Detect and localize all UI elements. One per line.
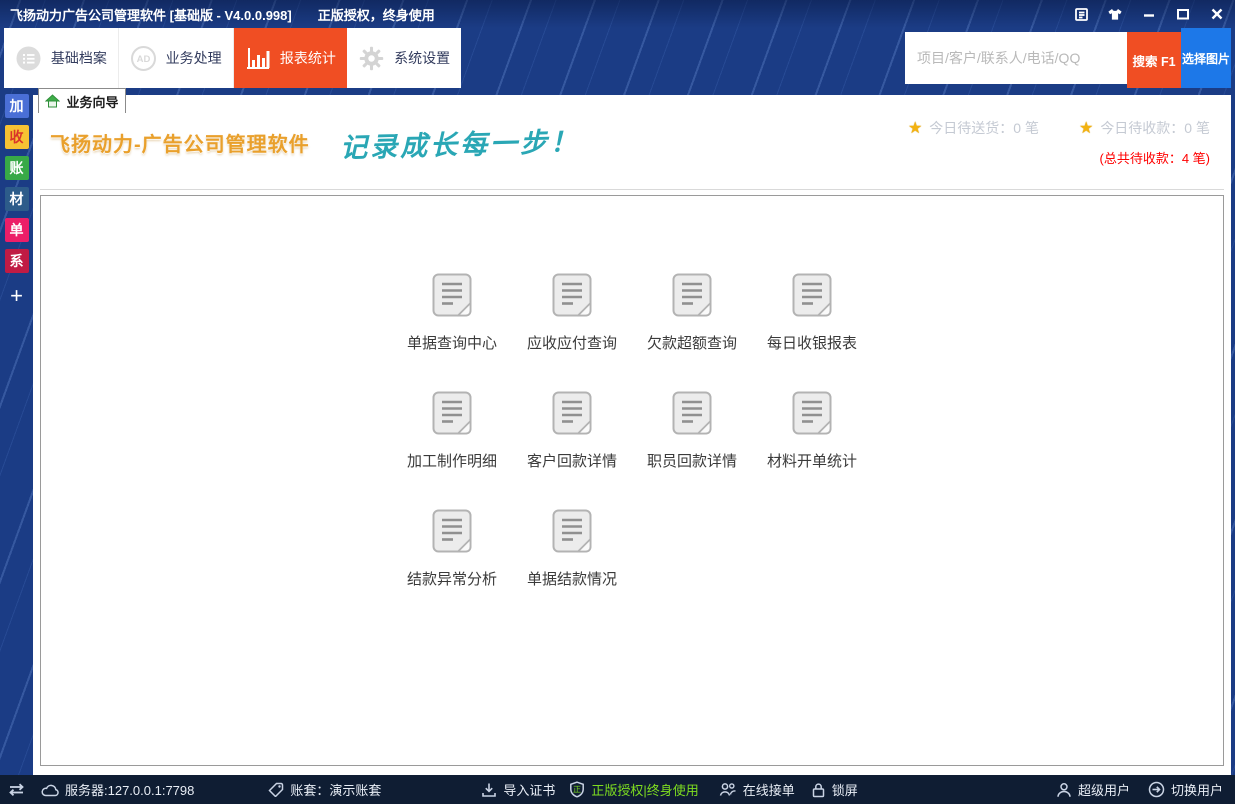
license-status[interactable]: 正 正版授权|终身使用 bbox=[569, 780, 698, 799]
account-set-status: 账套：演示账套 bbox=[268, 780, 381, 799]
search-input[interactable] bbox=[905, 32, 1127, 84]
document-icon bbox=[672, 391, 712, 440]
wizard-item-settlement-anomaly[interactable]: 结款异常分析 bbox=[392, 509, 512, 577]
top-band: 基础档案 AD 业务处理 报表统计 bbox=[0, 28, 1235, 88]
shield-icon: 正 bbox=[569, 781, 585, 798]
sidebar-item-material[interactable]: 材 bbox=[5, 187, 29, 211]
nav-tab-business[interactable]: AD 业务处理 bbox=[119, 28, 234, 88]
nav-tab-label: 业务处理 bbox=[166, 48, 222, 68]
document-icon bbox=[792, 273, 832, 322]
tab-business-wizard[interactable]: 业务向导 bbox=[38, 88, 126, 113]
cloud-icon bbox=[41, 783, 59, 797]
wizard-grid: 单据查询中心 应收应付查询 欠款超额查询 bbox=[41, 196, 1223, 577]
quick-sidebar: 加 收 账 材 单 系 + bbox=[0, 88, 33, 775]
app-window: 飞扬动力广告公司管理软件 [基础版 - V4.0.0.998] 正版授权，终身使… bbox=[0, 0, 1235, 804]
wizard-item-order-query[interactable]: 单据查询中心 bbox=[392, 273, 512, 341]
sidebar-item-add[interactable]: 加 bbox=[5, 94, 29, 118]
main-nav: 基础档案 AD 业务处理 报表统计 bbox=[4, 28, 461, 88]
document-icon bbox=[432, 509, 472, 558]
total-receivable-alert: (总共待收款：4 笔) bbox=[908, 148, 1210, 167]
online-orders-button[interactable]: 在线接单 bbox=[719, 780, 795, 799]
wizard-panel: 单据查询中心 应收应付查询 欠款超额查询 bbox=[40, 195, 1224, 766]
list-circle-icon bbox=[15, 45, 42, 72]
home-icon bbox=[45, 94, 60, 108]
skin-theme-icon[interactable] bbox=[1107, 6, 1123, 22]
svg-text:AD: AD bbox=[136, 54, 150, 65]
wizard-item-customer-payment-detail[interactable]: 客户回款详情 bbox=[512, 391, 632, 459]
main-area: 加 收 账 材 单 系 + 业务向导 飞扬动力-广告公司管理软件 记录成长每一步… bbox=[0, 88, 1235, 775]
content-panel: 业务向导 飞扬动力-广告公司管理软件 记录成长每一步！ ★ 今日待送货：0 笔 … bbox=[33, 95, 1231, 775]
search-button[interactable]: 搜索 F1 bbox=[1127, 32, 1181, 88]
nav-tab-basic-files[interactable]: 基础档案 bbox=[4, 28, 119, 88]
statusbar: 服务器:127.0.0.1:7798 账套：演示账套 导入证书 正 正版授权|终… bbox=[0, 775, 1235, 804]
nav-tab-label: 报表统计 bbox=[280, 48, 336, 68]
today-stats: ★ 今日待送货：0 笔 ★ 今日待收款：0 笔 (总共待收款：4 笔) bbox=[908, 118, 1210, 167]
svg-text:正: 正 bbox=[573, 785, 581, 794]
search-group: 搜索 F1 选择图片 bbox=[905, 28, 1231, 88]
current-user-button[interactable]: 超级用户 bbox=[1056, 780, 1130, 799]
wizard-item-staff-payment-detail[interactable]: 职员回款详情 bbox=[632, 391, 752, 459]
ad-circle-icon: AD bbox=[130, 45, 157, 72]
wizard-item-production-detail[interactable]: 加工制作明细 bbox=[392, 391, 512, 459]
gear-icon bbox=[358, 45, 385, 72]
sidebar-item-receive[interactable]: 收 bbox=[5, 125, 29, 149]
bar-chart-icon bbox=[245, 45, 271, 71]
stat-delivery: ★ 今日待送货：0 笔 bbox=[908, 118, 1039, 138]
app-logo-text: 飞扬动力-广告公司管理软件 bbox=[50, 128, 310, 157]
wizard-item-material-order-stats[interactable]: 材料开单统计 bbox=[752, 391, 872, 459]
minimize-icon[interactable] bbox=[1141, 6, 1157, 22]
wizard-item-order-settlement-status[interactable]: 单据结款情况 bbox=[512, 509, 632, 577]
wizard-item-payables-query[interactable]: 应收应付查询 bbox=[512, 273, 632, 341]
document-icon bbox=[672, 273, 712, 322]
tag-icon bbox=[268, 782, 284, 797]
import-certificate-button[interactable]: 导入证书 bbox=[481, 780, 555, 799]
document-icon bbox=[432, 391, 472, 440]
nav-tab-label: 基础档案 bbox=[51, 48, 107, 68]
star-icon: ★ bbox=[908, 118, 922, 138]
window-controls bbox=[1073, 6, 1225, 22]
sidebar-add-button[interactable]: + bbox=[5, 284, 29, 308]
user-icon bbox=[1056, 782, 1072, 798]
arrow-circle-icon bbox=[1148, 781, 1165, 798]
tab-label: 业务向导 bbox=[66, 92, 118, 111]
close-icon[interactable] bbox=[1209, 6, 1225, 22]
document-icon bbox=[552, 273, 592, 322]
lock-screen-button[interactable]: 锁屏 bbox=[811, 780, 858, 799]
select-image-button[interactable]: 选择图片 bbox=[1181, 28, 1231, 88]
nav-tab-settings[interactable]: 系统设置 bbox=[347, 28, 461, 88]
people-icon bbox=[719, 782, 737, 797]
titlebar-license-note: 正版授权，终身使用 bbox=[318, 5, 435, 24]
slogan-text: 记录成长每一步！ bbox=[339, 119, 580, 164]
document-icon bbox=[552, 391, 592, 440]
document-icon bbox=[792, 391, 832, 440]
wizard-item-debt-over-limit-query[interactable]: 欠款超额查询 bbox=[632, 273, 752, 341]
document-icon bbox=[432, 273, 472, 322]
sync-arrows-icon[interactable] bbox=[8, 783, 25, 796]
window-title: 飞扬动力广告公司管理软件 [基础版 - V4.0.0.998] bbox=[10, 5, 292, 24]
titlebar: 飞扬动力广告公司管理软件 [基础版 - V4.0.0.998] 正版授权，终身使… bbox=[0, 0, 1235, 28]
content-header: 飞扬动力-广告公司管理软件 记录成长每一步！ ★ 今日待送货：0 笔 ★ 今日待… bbox=[40, 95, 1224, 190]
wizard-item-daily-cash-report[interactable]: 每日收银报表 bbox=[752, 273, 872, 341]
stat-receivable: ★ 今日待收款：0 笔 bbox=[1079, 118, 1210, 138]
nav-tab-label: 系统设置 bbox=[394, 48, 450, 68]
download-icon bbox=[481, 782, 497, 798]
star-icon: ★ bbox=[1079, 118, 1093, 138]
sidebar-item-system[interactable]: 系 bbox=[5, 249, 29, 273]
maximize-icon[interactable] bbox=[1175, 6, 1191, 22]
lock-icon bbox=[811, 782, 826, 798]
document-icon bbox=[552, 509, 592, 558]
server-status: 服务器:127.0.0.1:7798 bbox=[41, 780, 194, 799]
switch-user-button[interactable]: 切换用户 bbox=[1148, 780, 1223, 799]
sidebar-item-order[interactable]: 单 bbox=[5, 218, 29, 242]
notes-icon[interactable] bbox=[1073, 6, 1089, 22]
sidebar-item-account[interactable]: 账 bbox=[5, 156, 29, 180]
nav-tab-reports[interactable]: 报表统计 bbox=[234, 28, 348, 88]
